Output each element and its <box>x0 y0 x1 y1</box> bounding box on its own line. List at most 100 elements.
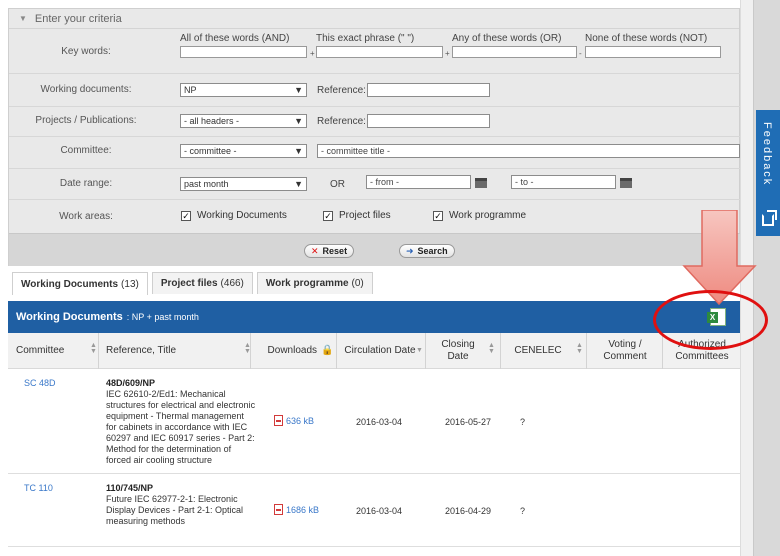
working-docs-select[interactable]: NP ▼ <box>180 83 307 97</box>
tab-count: (0) <box>351 278 364 289</box>
sort-icon[interactable]: ▲ ▼ <box>488 342 495 355</box>
wd-reference-input[interactable] <box>367 83 490 97</box>
column-divider <box>662 333 663 369</box>
download-link[interactable]: 1686 kB <box>274 504 319 515</box>
committee-link[interactable]: SC 48D <box>24 378 56 388</box>
share-icon <box>762 214 774 226</box>
col-cenelec[interactable]: CENELEC <box>503 333 573 369</box>
keywords-row: Key words: All of these words (AND) + Th… <box>9 33 740 67</box>
projects-select[interactable]: - all headers - ▼ <box>180 114 307 128</box>
column-divider <box>586 333 587 369</box>
col-label: Downloads <box>267 345 318 356</box>
tab-count: (13) <box>121 278 139 290</box>
reference-cell: 48D/609/NP IEC 62610-2/Ed1: Mechanical s… <box>106 378 256 466</box>
work-areas-row: Work areas: ✓ Working Documents ✓ Projec… <box>9 200 740 230</box>
work-areas-label: Work areas: <box>59 211 113 222</box>
checkbox-label: Working Documents <box>197 210 287 221</box>
or-input[interactable] <box>452 46 577 58</box>
col-closing-date[interactable]: Closing Date <box>433 333 483 369</box>
projects-value: - all headers - <box>184 116 240 126</box>
sort-icon[interactable]: ▲ ▼ <box>576 342 583 355</box>
and-label: All of these words (AND) <box>180 33 290 44</box>
checkbox-work-programme[interactable]: ✓ Work programme <box>433 210 526 221</box>
exact-input[interactable] <box>316 46 443 58</box>
tab-working-documents[interactable]: Working Documents (13) <box>12 272 148 295</box>
col-label: Reference, Title <box>106 345 177 356</box>
committee-row: Committee: - committee - ▼ - committee t… <box>9 137 740 163</box>
minus-separator: - <box>579 49 582 58</box>
calendar-icon[interactable] <box>620 178 632 188</box>
column-divider <box>336 333 337 369</box>
col-voting-comment: Voting / Comment <box>590 333 660 369</box>
plus-separator-2: + <box>445 49 450 58</box>
working-docs-label: Working documents: <box>40 84 132 95</box>
checkbox-icon[interactable]: ✓ <box>181 210 191 221</box>
results-header: Working Documents : NP + past month <box>8 301 740 333</box>
col-circulation-date[interactable]: Circulation Date <box>344 333 416 369</box>
col-downloads[interactable]: Downloads 🔒 <box>258 333 343 369</box>
from-date-input[interactable]: - from - <box>366 175 471 189</box>
col-label: Closing Date <box>441 339 475 362</box>
checkbox-working-documents[interactable]: ✓ Working Documents <box>181 210 287 221</box>
committee-label: Committee: <box>60 145 112 156</box>
cenelec-value: ? <box>520 506 526 516</box>
and-input[interactable] <box>180 46 307 58</box>
divider <box>9 73 740 74</box>
tab-name: Work programme <box>265 278 349 289</box>
download-size: 636 kB <box>286 415 315 426</box>
search-icon: ➜ <box>406 245 414 256</box>
col-committee[interactable]: Committee <box>16 333 82 369</box>
date-range-label: Date range: <box>59 178 113 189</box>
not-input[interactable] <box>585 46 721 58</box>
sort-icon[interactable]: ▲ ▼ <box>90 342 97 355</box>
col-reference-title[interactable]: Reference, Title <box>106 333 246 369</box>
projects-row: Projects / Publications: - all headers -… <box>9 107 740 133</box>
working-docs-value: NP <box>184 85 197 95</box>
proj-reference-input[interactable] <box>367 114 490 128</box>
or-text: OR <box>330 179 345 190</box>
search-button[interactable]: ➜ Search <box>399 244 455 258</box>
tab-name: Working Documents <box>21 278 119 290</box>
chevron-down-icon: ▼ <box>294 179 303 189</box>
committee-title-input[interactable]: - committee title - <box>317 144 740 158</box>
calendar-icon[interactable] <box>475 178 487 188</box>
reference-cell: 110/745/NP Future IEC 62977-2-1: Electro… <box>106 483 256 527</box>
document-title: Future IEC 62977-2-1: Electronic Display… <box>106 494 244 526</box>
date-range-select[interactable]: past month ▼ <box>180 177 307 191</box>
col-label: Circulation Date <box>344 345 416 356</box>
download-size: 1686 kB <box>286 504 320 515</box>
reference-id[interactable]: 110/745/NP <box>106 483 256 494</box>
sort-icon[interactable]: ▼ <box>416 347 423 354</box>
search-label: Search <box>417 246 448 256</box>
checkbox-icon[interactable]: ✓ <box>433 210 443 221</box>
feedback-tab[interactable]: Feedback <box>756 110 780 236</box>
feedback-label: Feedback <box>761 122 773 187</box>
committee-link[interactable]: TC 110 <box>24 483 53 493</box>
results-title: Working Documents <box>16 311 123 323</box>
criteria-header[interactable]: ▼ Enter your criteria <box>9 9 739 29</box>
criteria-panel: ▼ Enter your criteria Key words: All of … <box>8 8 740 266</box>
tab-work-programme[interactable]: Work programme (0) <box>256 272 373 294</box>
tab-project-files[interactable]: Project files (466) <box>151 272 253 294</box>
checkbox-icon[interactable]: ✓ <box>323 210 333 221</box>
checkbox-project-files[interactable]: ✓ Project files <box>323 210 391 221</box>
committee-select[interactable]: - committee - ▼ <box>180 144 307 158</box>
collapse-triangle-icon[interactable]: ▼ <box>19 14 27 23</box>
pdf-icon <box>274 504 283 515</box>
or-label: Any of these words (OR) <box>452 33 562 44</box>
criteria-title: Enter your criteria <box>34 12 122 25</box>
download-link[interactable]: 636 kB <box>274 415 314 426</box>
chevron-down-icon: ▼ <box>294 146 303 156</box>
table-header: Committee ▲ ▼ Reference, Title ▲ ▼ Downloa… <box>8 333 740 369</box>
reference-id[interactable]: 48D/609/NP <box>106 378 256 389</box>
pdf-icon <box>274 415 283 426</box>
to-date-input[interactable]: - to - <box>511 175 616 189</box>
col-label: CENELEC <box>514 345 562 356</box>
cenelec-value: ? <box>520 417 526 427</box>
reset-button[interactable]: ✕ Reset <box>304 244 355 258</box>
committee-value: - committee - <box>184 146 237 156</box>
side-strip <box>753 0 780 556</box>
to-date-value: - to - <box>515 177 534 187</box>
not-label: None of these words (NOT) <box>585 33 708 44</box>
checkbox-label: Work programme <box>449 210 527 221</box>
